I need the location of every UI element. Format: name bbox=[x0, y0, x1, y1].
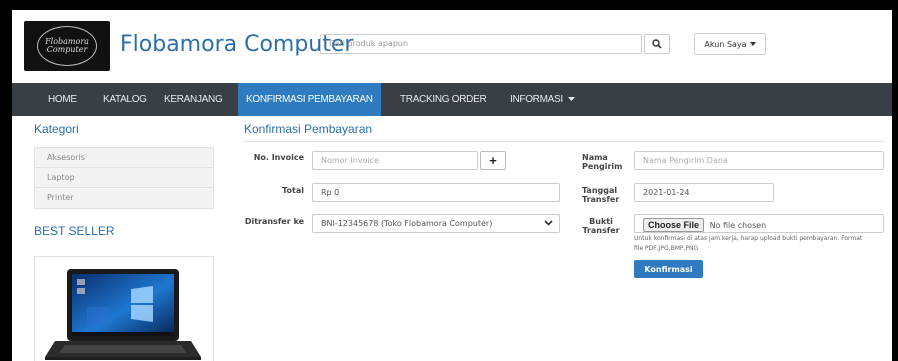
sender-label: Nama Pengirim bbox=[582, 153, 623, 171]
proof-file-input[interactable]: Choose File No file chosen bbox=[634, 214, 884, 233]
bestseller-title: BEST SELLER bbox=[34, 224, 115, 238]
nav-home[interactable]: HOME bbox=[40, 83, 85, 116]
account-dropdown[interactable]: Akun Saya bbox=[694, 33, 766, 55]
search-icon bbox=[652, 39, 662, 49]
add-invoice-button[interactable]: + bbox=[480, 151, 506, 170]
caret-down-icon bbox=[749, 42, 756, 46]
category-item[interactable]: Printer bbox=[35, 188, 213, 208]
invoice-label: No. Invoice bbox=[253, 153, 304, 162]
proof-label: Bukti Transfer bbox=[582, 217, 620, 235]
plus-icon: + bbox=[489, 153, 497, 168]
site-logo[interactable]: Flobamora Computer bbox=[24, 21, 110, 71]
laptop-image bbox=[45, 269, 201, 360]
nav-konfirmasi-pembayaran[interactable]: KONFIRMASI PEMBAYARAN bbox=[238, 83, 381, 116]
bestseller-product-card[interactable] bbox=[34, 256, 214, 361]
invoice-input[interactable]: Nomor Invoice bbox=[312, 151, 478, 170]
title-divider bbox=[244, 141, 884, 142]
date-value: 2021-01-24 bbox=[643, 188, 690, 197]
sender-placeholder: Nama Pengirim Dana bbox=[643, 156, 728, 165]
transfer-to-label: Ditransfer ke bbox=[244, 217, 304, 226]
total-value: Rp 0 bbox=[321, 188, 340, 197]
date-input[interactable]: 2021-01-24 bbox=[634, 183, 774, 202]
caret-down-icon bbox=[568, 97, 576, 102]
proof-help-text: Untuk konfirmasi di atas jam kerja, hara… bbox=[634, 235, 863, 252]
search-button[interactable] bbox=[644, 34, 670, 54]
search-input[interactable]: Cari produk apapun bbox=[320, 34, 642, 54]
category-list: Aksesoris Laptop Printer bbox=[34, 147, 214, 209]
file-status: No file chosen bbox=[709, 221, 767, 230]
invoice-placeholder: Nomor Invoice bbox=[321, 156, 379, 165]
logo-emblem: Flobamora Computer bbox=[37, 26, 97, 66]
nav-tracking-order[interactable]: TRACKING ORDER bbox=[392, 83, 494, 116]
brand-name[interactable]: Flobamora Computer bbox=[120, 32, 353, 57]
total-label: Total bbox=[282, 186, 304, 195]
browser-page: Flobamora Computer Flobamora Computer Car… bbox=[12, 10, 892, 361]
site-header: Flobamora Computer Flobamora Computer Car… bbox=[12, 10, 892, 77]
total-input[interactable]: Rp 0 bbox=[312, 183, 560, 202]
page-title: Konfirmasi Pembayaran bbox=[244, 122, 373, 136]
nav-informasi-label: INFORMASI bbox=[510, 94, 563, 105]
date-label: Tanggal Transfer bbox=[582, 186, 620, 204]
nav-katalog[interactable]: KATALOG bbox=[95, 83, 155, 116]
main-navbar: HOME KATALOG KERANJANG KONFIRMASI PEMBAY… bbox=[12, 83, 892, 116]
account-label: Akun Saya bbox=[704, 39, 747, 49]
category-title: Kategori bbox=[34, 122, 79, 136]
sender-input[interactable]: Nama Pengirim Dana bbox=[634, 151, 884, 170]
choose-file-button[interactable]: Choose File bbox=[643, 218, 705, 232]
confirm-button[interactable]: Konfirmasi bbox=[634, 260, 703, 278]
chevron-down-icon bbox=[544, 220, 553, 226]
category-item[interactable]: Laptop bbox=[35, 168, 213, 188]
nav-keranjang[interactable]: KERANJANG bbox=[156, 83, 230, 116]
category-item[interactable]: Aksesoris bbox=[35, 148, 213, 168]
nav-informasi[interactable]: INFORMASI bbox=[502, 83, 583, 116]
transfer-to-select[interactable]: BNI-12345678 (Toko Flobamora Computer) bbox=[312, 214, 560, 233]
transfer-to-value: BNI-12345678 (Toko Flobamora Computer) bbox=[321, 219, 493, 228]
